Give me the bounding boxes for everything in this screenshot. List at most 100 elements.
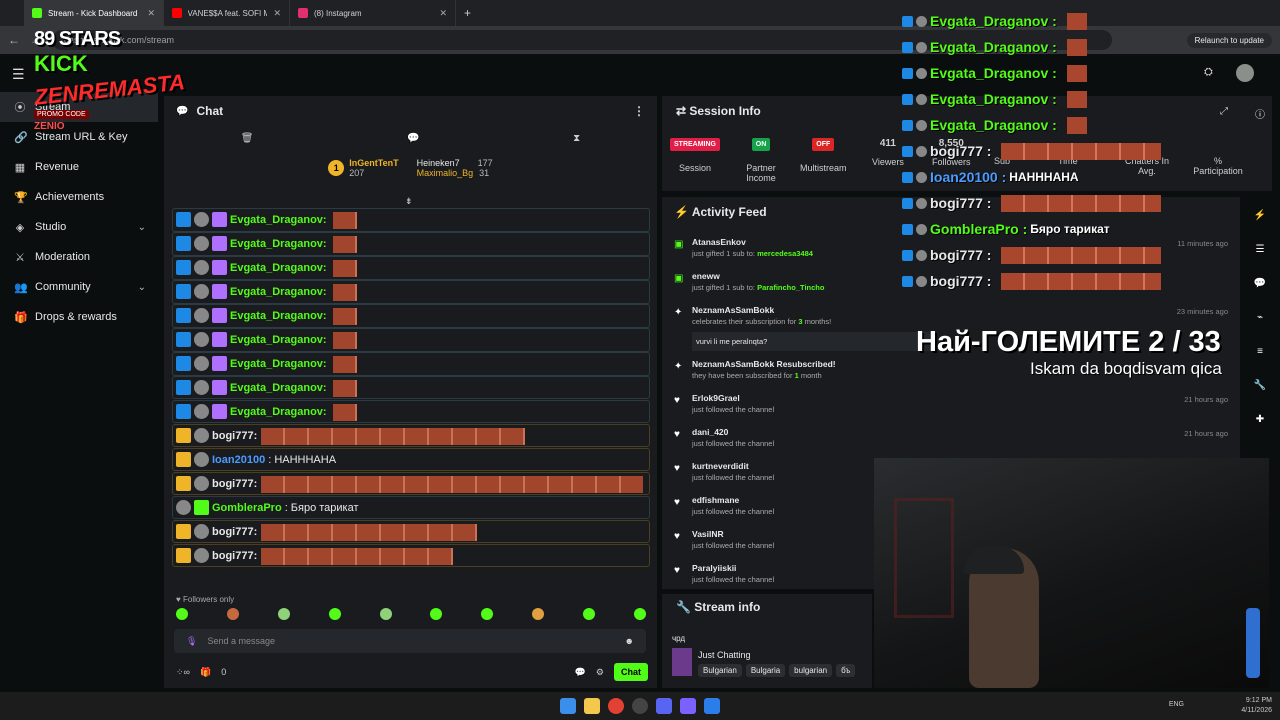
emote-icon[interactable] — [430, 608, 443, 620]
sidebar-item-community[interactable]: 👥 Community ⌄ — [0, 272, 158, 302]
tab-youtube[interactable]: VANE$$A feat. SOFI MARIN ✕ — [164, 0, 290, 26]
gifter-item[interactable]: Heineken7 177 — [417, 158, 493, 168]
chat-message[interactable]: bogi777: — [172, 471, 650, 496]
chat-username[interactable]: bogi777: — [212, 550, 257, 562]
chat-message[interactable]: Evgata_Draganov: — [172, 231, 650, 256]
chat-message[interactable]: bogi777: — [172, 423, 650, 448]
settings-icon[interactable]: ⚙ — [596, 667, 604, 678]
emote-icon[interactable] — [583, 608, 595, 620]
close-icon[interactable]: ✕ — [273, 8, 281, 19]
chat-message[interactable]: Evgata_Draganov: — [172, 375, 650, 400]
emote-icon[interactable] — [277, 608, 290, 620]
chat-message[interactable]: Evgata_Draganov: — [172, 303, 650, 328]
sidebar-item-revenue[interactable]: ▦ Revenue — [0, 152, 158, 182]
chat-message[interactable]: bogi777: — [172, 543, 650, 568]
activity-item[interactable]: ♥ Erlok9Grael just followed the channel 21 … — [674, 393, 1228, 414]
mic-icon[interactable]: ⌁ — [1249, 306, 1271, 328]
message-input[interactable]: 🎙 Send a message ☻ — [174, 629, 646, 653]
chat-send-button[interactable]: Chat — [614, 663, 648, 681]
overlay-chat-line: GombleraPro : Бяро тарикат — [902, 216, 1272, 242]
more-icon[interactable]: ⋮ — [633, 104, 645, 118]
tag[interactable]: Bulgaria — [745, 664, 786, 677]
sidebar-item-drops-rewards[interactable]: 🎁 Drops & rewards — [0, 302, 158, 332]
windows-start-icon[interactable] — [560, 698, 576, 714]
chat-username[interactable]: GombleraPro — [212, 502, 282, 514]
obs-icon[interactable] — [632, 698, 648, 714]
tag[interactable]: Bulgarian — [698, 664, 742, 677]
message-icon[interactable]: 💬 — [407, 133, 419, 144]
sidebar-item-achievements[interactable]: 🏆 Achievements — [0, 182, 158, 212]
gifter-name: Heineken7 — [416, 158, 460, 168]
chat-username[interactable]: Evgata_Draganov: — [230, 238, 327, 250]
chat-username[interactable]: bogi777: — [212, 526, 257, 538]
wrench-icon[interactable]: 🔧 — [1249, 374, 1271, 396]
gifter-item[interactable]: Maximalio_Bg 31 — [417, 168, 493, 178]
file-explorer-icon[interactable] — [584, 698, 600, 714]
chat-message[interactable]: Evgata_Draganov: — [172, 279, 650, 304]
emote-icon[interactable] — [379, 608, 392, 620]
emote-icon[interactable] — [532, 608, 545, 620]
chat-message[interactable]: Evgata_Draganov: — [172, 351, 650, 376]
chat-text: : НАНННАНА — [268, 453, 337, 466]
language-indicator[interactable]: ENG — [1169, 701, 1184, 708]
tag[interactable]: bulgarian — [789, 664, 833, 677]
tag[interactable]: бъ — [836, 664, 856, 677]
chat-message[interactable]: Evgata_Draganov: — [172, 208, 650, 232]
emote-icon[interactable] — [176, 608, 188, 620]
app-icon[interactable] — [680, 698, 696, 714]
chat-message[interactable]: Evgata_Draganov: — [172, 399, 650, 424]
chat-message[interactable]: bogi777: — [172, 519, 650, 544]
overlay-username: Evgata_Draganov : — [930, 65, 1057, 81]
close-icon[interactable]: ✕ — [439, 8, 447, 19]
list-icon[interactable]: ≡ — [1249, 340, 1271, 362]
chat-username[interactable]: Evgata_Draganov: — [230, 358, 327, 370]
user-badge-icon — [902, 171, 913, 183]
tab-kick-dashboard[interactable]: Stream - Kick Dashboard ✕ — [24, 0, 164, 26]
chrome-icon[interactable] — [608, 698, 624, 714]
chat-message[interactable]: Evgata_Draganov: — [172, 255, 650, 280]
chevron-down-icon[interactable]: ⌄ — [138, 282, 146, 293]
chat-username[interactable]: Evgata_Draganov: — [230, 286, 327, 298]
back-icon[interactable]: ← — [8, 33, 20, 47]
chat-message[interactable]: GombleraPro: Бяро тарикат — [172, 495, 650, 520]
chat-username[interactable]: Evgata_Draganov: — [230, 310, 327, 322]
gift-icon[interactable]: 🎁 — [200, 667, 211, 678]
chat-username[interactable]: Evgata_Draganov: — [230, 262, 327, 274]
hourglass-icon[interactable]: ⧗ — [573, 133, 580, 144]
clock[interactable]: 9:12 PM 4/11/2026 — [1241, 696, 1272, 716]
sidebar-item-moderation[interactable]: ⚔ Moderation — [0, 242, 158, 272]
chat-username[interactable]: bogi777: — [212, 430, 257, 442]
discord-icon[interactable] — [656, 698, 672, 714]
chat-username[interactable]: Evgata_Draganov: — [230, 406, 327, 418]
chat-username[interactable]: bogi777: — [212, 478, 257, 490]
puzzle-icon[interactable]: ✚ — [1249, 408, 1271, 430]
activity-name[interactable]: dani_420 — [692, 427, 1228, 437]
chat-username[interactable]: Evgata_Draganov: — [230, 382, 327, 394]
activity-item[interactable]: ♥ dani_420 just followed the channel 21 hou… — [674, 427, 1228, 448]
gifter-item[interactable]: 1 InGentTenT 207 — [328, 158, 399, 178]
close-icon[interactable]: ✕ — [147, 8, 155, 19]
emoji-icon[interactable]: ☻ — [625, 636, 634, 646]
emote-icon[interactable] — [226, 608, 239, 620]
chat-username[interactable]: Ioan20100 — [212, 454, 265, 466]
new-tab-icon[interactable]: + — [464, 6, 471, 20]
chat-bubble-icon[interactable]: 💬 — [575, 667, 586, 678]
pin-icon[interactable]: ⇟ — [405, 196, 413, 207]
tab-instagram[interactable]: (8) Instagram ✕ — [290, 0, 456, 26]
emote-icon[interactable] — [633, 608, 646, 620]
chevron-down-icon[interactable]: ⌄ — [138, 222, 146, 233]
chat-username[interactable]: Evgata_Draganov: — [230, 334, 327, 346]
emote-icon[interactable] — [481, 608, 494, 620]
app-icon[interactable] — [704, 698, 720, 714]
chat-username[interactable]: Evgata_Draganov: — [230, 214, 327, 226]
chat-message[interactable]: Evgata_Draganov: — [172, 327, 650, 352]
sidebar-item-studio[interactable]: ◈ Studio ⌄ — [0, 212, 158, 242]
chat-message[interactable]: Ioan20100: НАНННАНА — [172, 447, 650, 472]
emote-icon[interactable] — [328, 608, 341, 620]
mic-icon[interactable]: 🎙 — [186, 636, 197, 647]
menu-icon[interactable]: ☰ — [12, 66, 25, 83]
activity-name[interactable]: NeznamAsSamBokk — [692, 305, 1228, 315]
activity-name[interactable]: Erlok9Grael — [692, 393, 1228, 403]
trash-icon[interactable]: 🗑 — [241, 133, 254, 144]
layers-icon: ◈ — [15, 221, 25, 234]
